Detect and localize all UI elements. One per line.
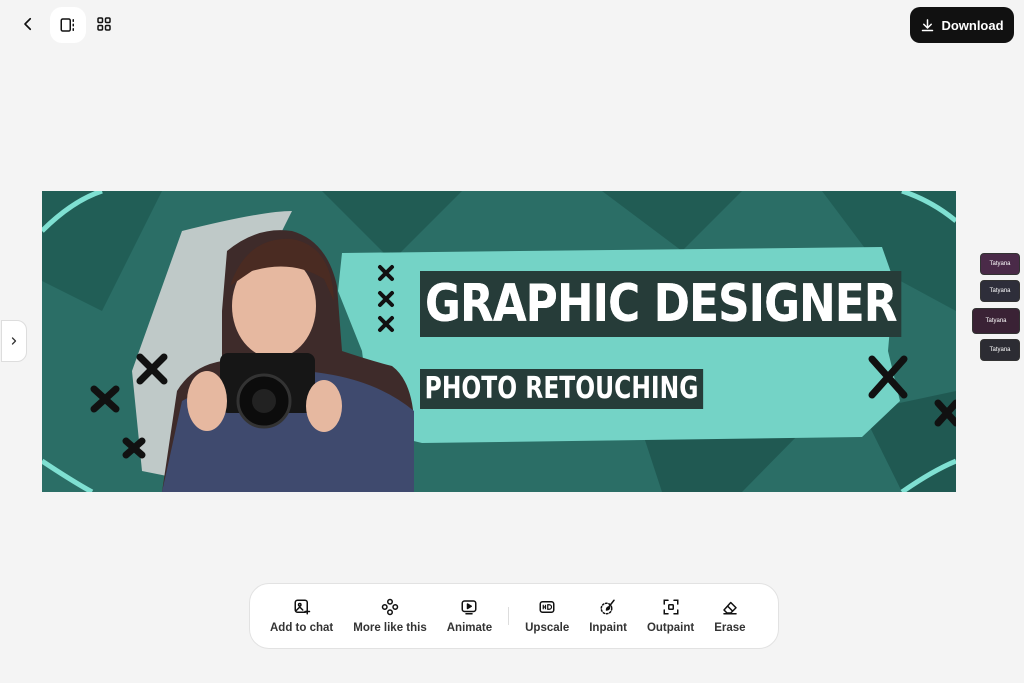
- tool-label: Outpaint: [646, 622, 695, 634]
- arrow-left-icon: [24, 17, 32, 31]
- tool-label: Upscale: [525, 622, 570, 634]
- back-button[interactable]: [14, 10, 42, 38]
- thumbnail-label: Tatyana: [989, 288, 1011, 294]
- single-view-icon: [60, 18, 74, 32]
- inpaint-button[interactable]: Inpaint: [579, 588, 637, 644]
- more-like-this-button[interactable]: More like this: [343, 588, 437, 644]
- add-to-chat-button[interactable]: Add to chat: [260, 588, 343, 644]
- eraser-icon: [723, 601, 737, 615]
- tool-label: Inpaint: [589, 622, 627, 634]
- banner-artwork: [42, 191, 956, 492]
- thumbnail-2[interactable]: Tatyana: [980, 280, 1020, 302]
- banner-headline: GRAPHIC DESIGNER: [420, 271, 902, 337]
- download-icon: [922, 18, 934, 31]
- brush-icon: [600, 599, 615, 615]
- grid-view-button[interactable]: [90, 10, 118, 38]
- image-add-icon: [294, 599, 310, 615]
- single-view-button[interactable]: [50, 7, 86, 43]
- banner-subline: PHOTO RETOUCHING: [420, 369, 704, 409]
- expand-icon: [663, 599, 679, 615]
- animate-button[interactable]: Animate: [437, 588, 502, 644]
- upscale-button[interactable]: Upscale: [515, 588, 579, 644]
- tool-label: Add to chat: [270, 622, 334, 634]
- thumbnail-3[interactable]: Tatyana: [972, 308, 1020, 334]
- thumbnail-label: Tatyana: [989, 261, 1011, 267]
- erase-button[interactable]: Erase: [704, 588, 755, 644]
- toolbar-divider: [508, 607, 510, 625]
- hd-icon: [539, 601, 555, 613]
- download-label: Download: [941, 17, 1004, 33]
- thumbnail-label: Tatyana: [985, 318, 1007, 324]
- image-actions-toolbar: Add to chat More like this Animate Upsca…: [249, 583, 779, 649]
- grid-view-icon: [97, 17, 111, 31]
- outpaint-button[interactable]: Outpaint: [637, 588, 704, 644]
- animate-icon: [461, 600, 477, 615]
- side-panel-toggle[interactable]: [1, 320, 27, 362]
- download-button[interactable]: Download: [910, 7, 1014, 43]
- thumbnail-label: Tatyana: [989, 347, 1011, 353]
- chevron-right-icon: [11, 337, 17, 345]
- thumbnail-1[interactable]: Tatyana: [980, 253, 1020, 275]
- generated-banner-image: GRAPHIC DESIGNER PHOTO RETOUCHING: [42, 191, 956, 492]
- tool-label: More like this: [353, 622, 427, 634]
- variations-icon: [381, 598, 399, 616]
- tool-label: Animate: [446, 622, 493, 634]
- thumbnail-4[interactable]: Tatyana: [980, 339, 1020, 361]
- tool-label: Erase: [714, 622, 746, 634]
